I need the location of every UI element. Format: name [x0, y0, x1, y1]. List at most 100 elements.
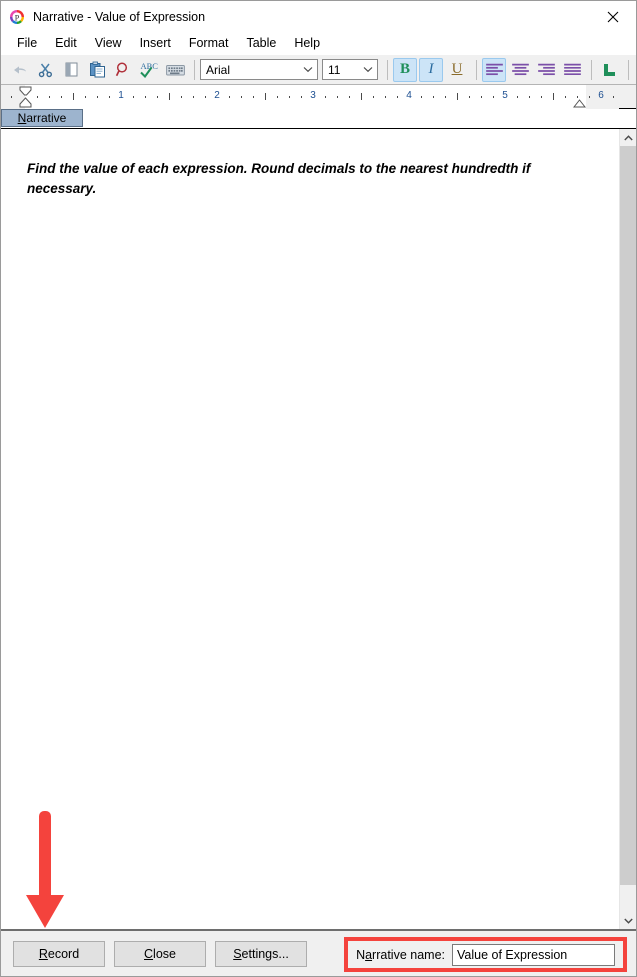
ruler-tick: [349, 96, 350, 98]
chevron-down-icon: [359, 66, 377, 73]
menu-bar: File Edit View Insert Format Table Help: [1, 32, 636, 55]
toolbar-separator: [194, 59, 195, 80]
ruler-number: 3: [310, 90, 316, 101]
find-icon[interactable]: [111, 58, 135, 82]
ruler-tick: [565, 96, 566, 98]
close-button-label: Close: [144, 946, 176, 961]
narrative-name-input[interactable]: Value of Expression: [452, 943, 615, 966]
ruler-tick: [253, 96, 254, 98]
font-family-value: Arial: [206, 62, 231, 77]
ruler-tick: [97, 96, 98, 98]
record-button[interactable]: Record: [13, 940, 105, 967]
ruler-tick: [49, 96, 50, 98]
ruler-tick: [517, 96, 518, 98]
ruler-tick: [11, 96, 12, 98]
ruler-tick: [85, 96, 86, 98]
menu-item-help[interactable]: Help: [285, 34, 329, 52]
window-title: Narrative - Value of Expression: [33, 9, 206, 24]
ruler-tick: [277, 96, 278, 98]
scrollbar-track[interactable]: [620, 146, 636, 912]
narrative-name-group: Narrative name: Value of Expression: [344, 937, 627, 972]
ruler-tick: [289, 96, 290, 98]
bold-label: B: [399, 61, 410, 77]
copy-icon[interactable]: [59, 58, 83, 82]
ruler-tick: [109, 96, 110, 98]
ruler-number: 4: [406, 90, 412, 101]
keyboard-icon[interactable]: [163, 58, 187, 82]
chevron-up-icon[interactable]: [620, 129, 636, 146]
record-button-label: Record: [38, 946, 80, 961]
document-area: Find the value of each expression. Round…: [1, 128, 636, 929]
ruler-tick: [493, 96, 494, 98]
rainbow-p-icon: P: [9, 8, 25, 25]
underline-button[interactable]: U: [445, 58, 469, 82]
chevron-down-icon[interactable]: [620, 912, 636, 929]
horizontal-ruler[interactable]: 1 2 3 4 5 6: [1, 85, 619, 109]
sidebar-item-narrative[interactable]: Narrative: [1, 109, 83, 127]
section-tab-strip: Narrative: [1, 109, 636, 128]
font-family-select[interactable]: Arial: [200, 59, 318, 80]
italic-label: I: [428, 61, 434, 77]
align-right-button[interactable]: [534, 58, 558, 82]
undo-icon[interactable]: [7, 58, 31, 82]
bold-button[interactable]: B: [393, 57, 417, 82]
ruler-tick: [433, 96, 434, 98]
settings-button[interactable]: Settings...: [215, 940, 307, 967]
ruler-tick: [553, 93, 554, 100]
spellcheck-icon[interactable]: ABC: [137, 58, 161, 82]
narrative-name-label: Narrative name:: [356, 947, 445, 962]
underline-label: U: [451, 61, 463, 77]
ruler-tick: [445, 96, 446, 98]
ruler-tick: [457, 93, 458, 100]
ruler-tick: [373, 96, 374, 98]
ruler-tick: [169, 93, 170, 100]
ruler-tick: [61, 96, 62, 98]
ruler-tick: [145, 96, 146, 98]
menu-item-file[interactable]: File: [8, 34, 46, 52]
align-left-button[interactable]: [482, 57, 506, 82]
ruler-tick: [301, 96, 302, 98]
italic-button[interactable]: I: [419, 57, 443, 82]
ruler-tick: [529, 96, 530, 98]
scrollbar-thumb[interactable]: [620, 146, 636, 886]
left-indent-marker[interactable]: [19, 86, 32, 109]
ruler-tick: [157, 96, 158, 98]
ruler-number: 1: [118, 90, 124, 101]
toolbar-separator: [387, 59, 388, 80]
align-justify-button[interactable]: [560, 58, 584, 82]
ruler-tick: [265, 93, 266, 100]
menu-item-view[interactable]: View: [86, 34, 131, 52]
close-icon[interactable]: [590, 1, 636, 32]
tab-stop-icon[interactable]: [597, 58, 621, 82]
align-center-button[interactable]: [508, 58, 532, 82]
paste-icon[interactable]: [85, 58, 109, 82]
ruler-tick: [193, 96, 194, 98]
chevron-down-icon: [299, 66, 317, 73]
vertical-scrollbar[interactable]: [619, 129, 636, 929]
menu-item-table[interactable]: Table: [237, 34, 285, 52]
right-indent-marker[interactable]: [572, 97, 587, 109]
ruler-tick: [469, 96, 470, 98]
toolbar-separator: [591, 59, 592, 80]
ruler-tick: [325, 96, 326, 98]
cut-icon[interactable]: [33, 58, 57, 82]
menu-item-format[interactable]: Format: [180, 34, 238, 52]
ruler-number: 5: [502, 90, 508, 101]
ruler-tick: [205, 96, 206, 98]
document-canvas[interactable]: Find the value of each expression. Round…: [1, 129, 619, 929]
tab-label: Narrative: [17, 111, 67, 125]
menu-item-insert[interactable]: Insert: [131, 34, 180, 52]
ruler-tick: [421, 96, 422, 98]
ruler-tick: [133, 96, 134, 98]
menu-item-edit[interactable]: Edit: [46, 34, 86, 52]
close-button[interactable]: Close: [114, 940, 206, 967]
formatting-toolbar: ABC Arial 11 B I U: [1, 55, 636, 85]
ruler-tick: [385, 96, 386, 98]
font-size-select[interactable]: 11: [322, 59, 378, 80]
settings-button-label: Settings...: [233, 946, 289, 961]
ruler-tick: [73, 93, 74, 100]
document-paragraph: Find the value of each expression. Round…: [27, 161, 531, 196]
ruler-tick: [361, 93, 362, 100]
ruler-tick: [613, 96, 614, 98]
ruler-number: 2: [214, 90, 220, 101]
